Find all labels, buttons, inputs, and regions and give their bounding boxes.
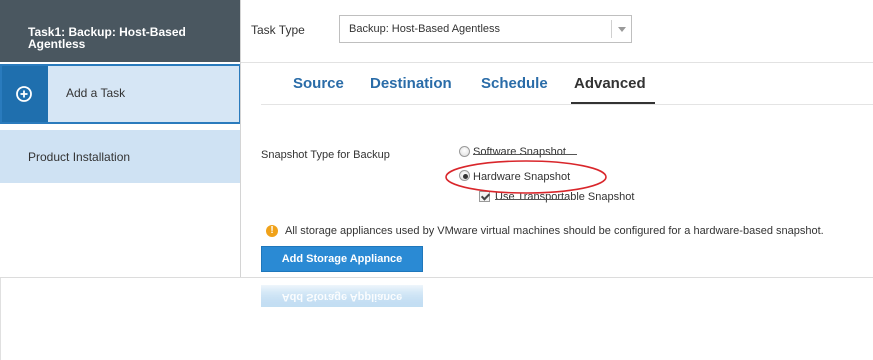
tab-destination[interactable]: Destination: [370, 75, 452, 92]
add-storage-appliance-button[interactable]: Add Storage Appliance: [261, 246, 423, 272]
plus-circle-icon: [16, 86, 32, 102]
strikethrough-line: [473, 154, 577, 155]
chevron-down-icon[interactable]: [618, 27, 626, 32]
tab-source[interactable]: Source: [293, 75, 344, 92]
tabs-divider: [261, 104, 873, 105]
reflection-fade: [241, 283, 873, 360]
task-type-label: Task Type: [251, 23, 305, 37]
add-task-button[interactable]: Add a Task: [0, 64, 241, 124]
sidebar-item-product-installation[interactable]: Product Installation: [0, 130, 241, 183]
snapshot-type-label: Snapshot Type for Backup: [261, 149, 390, 161]
task-type-select[interactable]: Backup: Host-Based Agentless: [339, 15, 632, 43]
strikethrough-line: [495, 199, 568, 200]
task-title: Task1: Backup: Host-Based Agentless: [0, 0, 241, 62]
warning-icon: !: [266, 225, 278, 237]
info-message: All storage appliances used by VMware vi…: [285, 225, 824, 237]
divider: [0, 278, 1, 360]
select-separator: [611, 20, 612, 38]
add-task-icon-cell: [2, 66, 48, 122]
tab-schedule[interactable]: Schedule: [481, 75, 548, 92]
divider: [241, 62, 873, 63]
software-snapshot-radio[interactable]: [459, 146, 470, 157]
add-task-label: Add a Task: [66, 86, 126, 100]
tab-advanced[interactable]: Advanced: [574, 75, 646, 92]
task-type-value: Backup: Host-Based Agentless: [349, 23, 501, 35]
divider: [0, 277, 873, 278]
sidebar-divider: [240, 0, 241, 277]
highlight-ellipse: [445, 160, 607, 194]
